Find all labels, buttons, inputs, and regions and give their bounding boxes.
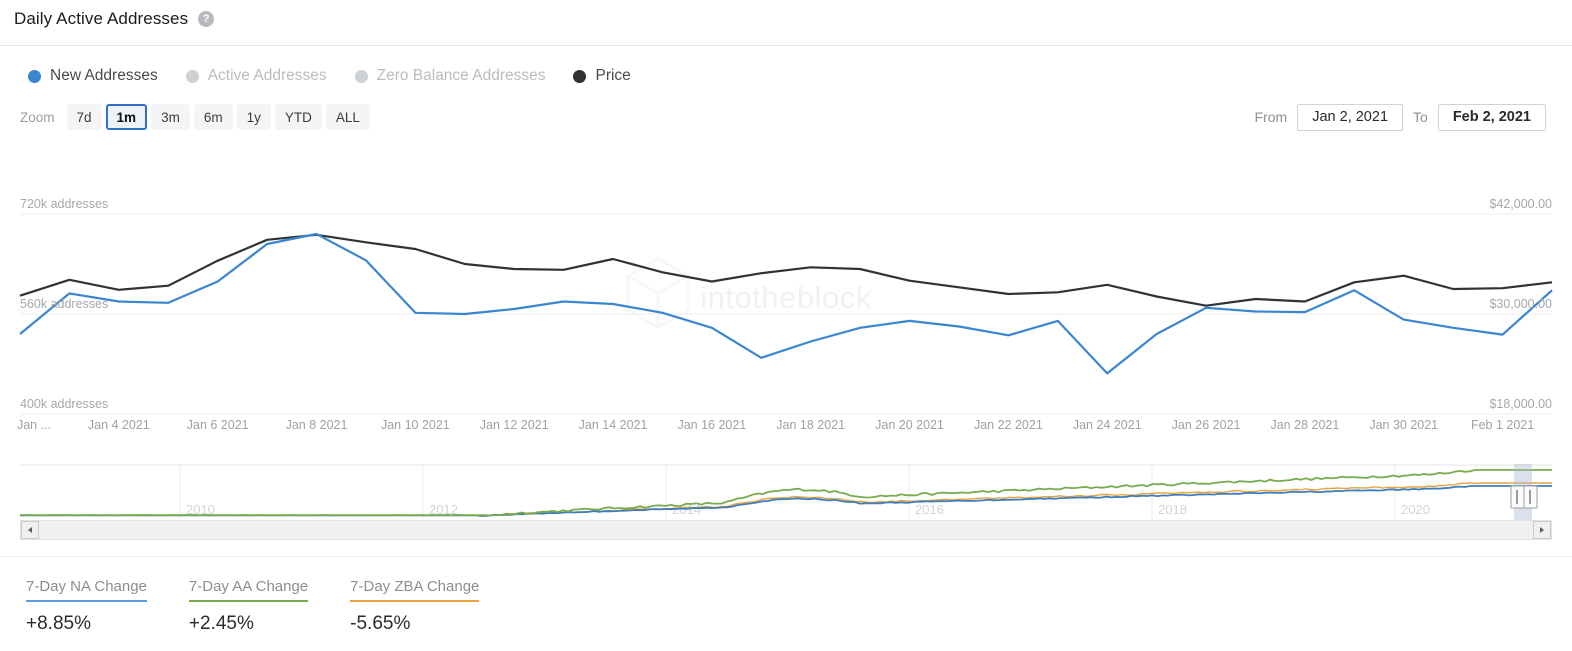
navigator-year-label: 2020 xyxy=(1401,502,1430,517)
navigator-scrollbar[interactable] xyxy=(20,520,1552,540)
stat-label-aa-change: 7-Day AA Change xyxy=(189,578,308,602)
navigator-year-label: 2018 xyxy=(1158,502,1187,517)
legend-dot-active-addresses xyxy=(186,70,199,83)
legend-item-active-addresses[interactable]: Active Addresses xyxy=(186,67,327,85)
x-axis-tick-label: Jan 18 2021 xyxy=(776,418,845,432)
zoom-button-3m[interactable]: 3m xyxy=(151,104,190,130)
stats-row: 7-Day NA Change +8.85% 7-Day AA Change +… xyxy=(26,578,521,635)
y-axis-right-tick-bottom: $18,000.00 xyxy=(1489,397,1552,411)
x-axis-tick-label: Jan 30 2021 xyxy=(1369,418,1438,432)
zoom-label: Zoom xyxy=(20,110,55,125)
stat-na-change: 7-Day NA Change +8.85% xyxy=(26,578,147,635)
zoom-control-group: Zoom 7d 1m 3m 6m 1y YTD ALL xyxy=(20,103,374,131)
stat-aa-change: 7-Day AA Change +2.45% xyxy=(189,578,308,635)
stat-value-zba-change: -5.65% xyxy=(350,613,479,635)
legend-label-active-addresses: Active Addresses xyxy=(208,67,327,85)
range-handle-icon[interactable] xyxy=(1511,486,1537,508)
from-label: From xyxy=(1255,109,1288,125)
zoom-button-1m[interactable]: 1m xyxy=(106,104,148,130)
y-axis-left-tick-mid: 560k addresses xyxy=(20,297,108,311)
x-axis-tick-label: Jan 14 2021 xyxy=(579,418,648,432)
legend-dot-new-addresses xyxy=(28,70,41,83)
zoom-button-ytd[interactable]: YTD xyxy=(275,104,322,130)
to-label: To xyxy=(1413,109,1428,125)
x-axis-tick-label: Jan 8 2021 xyxy=(286,418,348,432)
zoom-button-all[interactable]: ALL xyxy=(326,104,370,130)
legend-item-zero-balance-addresses[interactable]: Zero Balance Addresses xyxy=(355,67,546,85)
legend-label-price: Price xyxy=(595,67,630,85)
x-axis-tick-label: Jan ... xyxy=(17,418,51,432)
legend-label-zero-balance-addresses: Zero Balance Addresses xyxy=(377,67,546,85)
zoom-button-7d[interactable]: 7d xyxy=(67,104,102,130)
date-range-control: From Jan 2, 2021 To Feb 2, 2021 xyxy=(1245,103,1546,131)
x-axis-tick-label: Jan 4 2021 xyxy=(88,418,150,432)
y-axis-left-tick-top: 720k addresses xyxy=(20,197,108,211)
y-axis-left-tick-bottom: 400k addresses xyxy=(20,397,108,411)
legend-item-new-addresses[interactable]: New Addresses xyxy=(28,67,158,85)
stats-divider xyxy=(0,556,1572,557)
legend-item-price[interactable]: Price xyxy=(573,67,630,85)
page-title: Daily Active Addresses xyxy=(14,9,188,29)
scroll-left-arrow-icon[interactable] xyxy=(21,521,39,539)
x-axis-tick-label: Jan 6 2021 xyxy=(187,418,249,432)
stat-label-na-change: 7-Day NA Change xyxy=(26,578,147,602)
stat-zba-change: 7-Day ZBA Change -5.65% xyxy=(350,578,479,635)
navigator-year-label: 2016 xyxy=(915,502,944,517)
x-axis-tick-label: Jan 24 2021 xyxy=(1073,418,1142,432)
x-axis-tick-label: Jan 16 2021 xyxy=(677,418,746,432)
header-divider xyxy=(0,45,1572,46)
x-axis-tick-label: Feb 1 2021 xyxy=(1471,418,1534,432)
legend-dot-price xyxy=(573,70,586,83)
x-axis-tick-label: Jan 22 2021 xyxy=(974,418,1043,432)
scroll-right-arrow-icon[interactable] xyxy=(1533,521,1551,539)
x-axis-tick-label: Jan 10 2021 xyxy=(381,418,450,432)
stat-value-aa-change: +2.45% xyxy=(189,613,308,635)
navigator-svg: 201020122014201620182020 xyxy=(20,464,1552,520)
legend-label-new-addresses: New Addresses xyxy=(50,67,158,85)
x-axis-tick-label: Jan 20 2021 xyxy=(875,418,944,432)
range-navigator[interactable]: 201020122014201620182020 xyxy=(20,464,1552,520)
x-axis-tick-label: Jan 12 2021 xyxy=(480,418,549,432)
chart-widget: Daily Active Addresses ? New Addresses A… xyxy=(0,0,1572,651)
widget-header: Daily Active Addresses ? xyxy=(0,0,1572,38)
stat-label-zba-change: 7-Day ZBA Change xyxy=(350,578,479,602)
chart-svg: intotheblock 720k addresses 560k address… xyxy=(0,180,1572,420)
x-axis-labels: Jan ... Jan 4 2021 Jan 6 2021 Jan 8 2021 Jan… xyxy=(0,418,1572,444)
question-mark-icon[interactable]: ? xyxy=(198,11,214,27)
chart-plot-area[interactable]: intotheblock 720k addresses 560k address… xyxy=(0,180,1572,420)
legend-dot-zero-balance-addresses xyxy=(355,70,368,83)
y-axis-right-tick-mid: $30,000.00 xyxy=(1489,297,1552,311)
chart-legend: New Addresses Active Addresses Zero Bala… xyxy=(28,62,659,90)
stat-value-na-change: +8.85% xyxy=(26,613,147,635)
x-axis-tick-label: Jan 28 2021 xyxy=(1270,418,1339,432)
watermark-label: intotheblock xyxy=(700,280,871,315)
zoom-button-1y[interactable]: 1y xyxy=(237,104,271,130)
from-date-input[interactable]: Jan 2, 2021 xyxy=(1297,104,1403,131)
zoom-button-6m[interactable]: 6m xyxy=(194,104,233,130)
x-axis-tick-label: Jan 26 2021 xyxy=(1172,418,1241,432)
y-axis-right-tick-top: $42,000.00 xyxy=(1489,197,1552,211)
to-date-input[interactable]: Feb 2, 2021 xyxy=(1438,104,1546,131)
